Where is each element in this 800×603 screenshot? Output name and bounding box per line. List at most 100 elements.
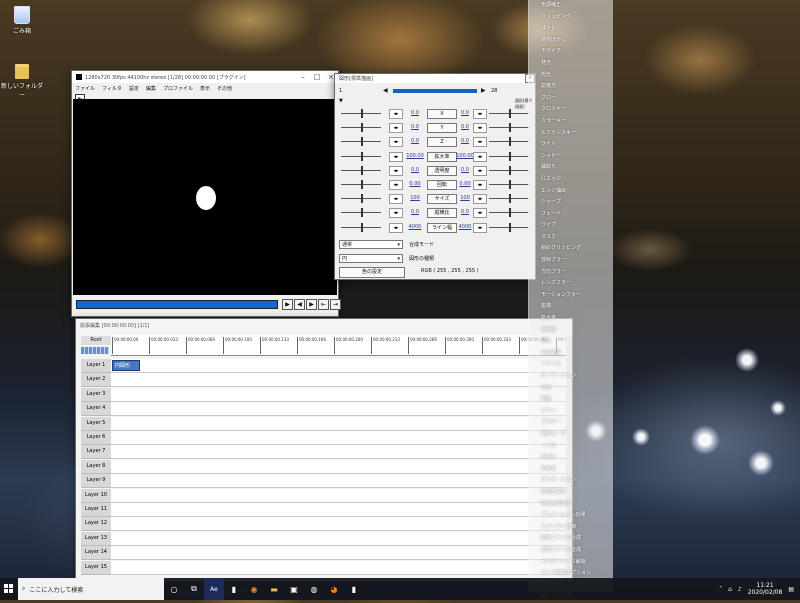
menu-filter[interactable]: フィルタ <box>102 85 122 92</box>
blender-icon[interactable]: ◉ <box>244 578 264 600</box>
left-value[interactable]: 0.0 <box>405 110 425 116</box>
layer-label[interactable]: Layer 9 <box>81 474 111 489</box>
layer-track[interactable] <box>111 560 566 575</box>
volume-icon[interactable]: ♪ <box>738 586 742 593</box>
right-value[interactable]: 0.0 <box>455 138 475 144</box>
menu-item[interactable]: モザイク <box>529 46 613 58</box>
parameter-label-button[interactable]: 回転 <box>427 180 457 190</box>
right-value[interactable]: 0.0 <box>455 209 475 215</box>
layer-label[interactable]: Layer 5 <box>81 416 111 431</box>
left-arrows[interactable]: ◂▸ <box>389 165 403 176</box>
right-slider-thumb[interactable] <box>509 208 511 218</box>
layer-track[interactable] <box>111 531 566 546</box>
collapse-icon[interactable]: ▼ <box>339 98 343 104</box>
layer-track[interactable] <box>111 373 566 388</box>
right-value[interactable]: 0.00 <box>455 181 475 187</box>
after-effects-icon[interactable]: Ae <box>204 578 224 600</box>
frame-slider[interactable] <box>393 89 477 93</box>
right-slider-thumb[interactable] <box>509 137 511 147</box>
menu-item[interactable]: 色ずれ <box>529 452 613 464</box>
menu-item[interactable]: マスク <box>529 232 613 244</box>
right-value[interactable]: 4000 <box>455 224 475 230</box>
menu-item[interactable]: 画像ファイル合成 <box>529 545 613 557</box>
left-value[interactable]: 0.0 <box>405 209 425 215</box>
menu-item[interactable]: 凸エッジ <box>529 174 613 186</box>
blend-mode-select[interactable]: 通常 ▾ <box>339 240 403 249</box>
menu-item[interactable]: 拡大率 <box>529 313 613 325</box>
menu-item[interactable]: インターレース解除 <box>529 557 613 569</box>
parameter-label-button[interactable]: 縦横比 <box>427 208 457 219</box>
menu-item[interactable]: 放射ブラー <box>529 255 613 267</box>
menu-item[interactable]: 拡散光 <box>529 81 613 93</box>
menu-item[interactable]: スクリプト制御 <box>529 522 613 534</box>
color-settings-button[interactable]: 色の設定 <box>339 267 405 278</box>
left-value[interactable]: 100.00 <box>405 153 425 159</box>
app-icon[interactable]: ◍ <box>304 578 324 600</box>
layer-label[interactable]: Layer 10 <box>81 488 111 503</box>
aviutl-taskbar-icon[interactable]: ▮ <box>344 578 364 600</box>
menu-item[interactable]: レンズブラー <box>529 278 613 290</box>
seek-bar[interactable] <box>76 300 278 309</box>
right-value[interactable]: 100.00 <box>455 153 475 159</box>
left-slider-thumb[interactable] <box>361 222 363 232</box>
clock[interactable]: 11:21 2020/02/08 <box>748 582 783 596</box>
menu-item[interactable]: 色調補正 <box>529 0 613 12</box>
menu-item[interactable]: シャドー <box>529 151 613 163</box>
preview-canvas[interactable] <box>73 99 337 295</box>
left-slider-thumb[interactable] <box>361 109 363 118</box>
left-slider-thumb[interactable] <box>361 208 363 218</box>
menu-item[interactable]: 反転 <box>529 383 613 395</box>
menu-item[interactable]: 回転 <box>529 336 613 348</box>
menu-item[interactable]: 拡張色設定 <box>529 487 613 499</box>
layer-label[interactable]: Layer 15 <box>81 560 111 575</box>
left-slider-thumb[interactable] <box>361 123 363 133</box>
firefox-icon[interactable]: ◕ <box>324 578 344 600</box>
menu-item[interactable]: ノイズ <box>529 441 613 453</box>
menu-item[interactable]: 縁取り <box>529 162 613 174</box>
parameter-label-button[interactable]: Z <box>427 137 457 148</box>
right-arrows[interactable]: ◂▸ <box>473 180 487 190</box>
next-frame-icon[interactable]: ▶ <box>306 299 317 310</box>
parameter-label-button[interactable]: 透明度 <box>427 165 457 176</box>
menu-item[interactable]: 領域拡張 <box>529 348 613 360</box>
layer-label[interactable]: Layer 11 <box>81 503 111 517</box>
menu-item[interactable]: ぼかし <box>529 23 613 35</box>
left-arrows[interactable]: ◂▸ <box>389 222 403 233</box>
left-value[interactable]: 0.0 <box>405 138 425 144</box>
menu-item[interactable]: ローテーション <box>529 371 613 383</box>
left-value[interactable]: 0.0 <box>405 124 425 130</box>
menu-settings[interactable]: 設定 <box>129 85 139 92</box>
left-value[interactable]: 4000 <box>405 224 425 230</box>
menu-item[interactable]: ライト <box>529 139 613 151</box>
layer-track[interactable] <box>111 546 566 561</box>
menu-other[interactable]: その他 <box>217 85 232 92</box>
layer-track[interactable] <box>111 474 566 489</box>
aviutl-taskbar-icon[interactable]: ▮ <box>224 578 244 600</box>
parameter-label-button[interactable]: サイズ <box>427 194 457 205</box>
layer-label[interactable]: Layer 14 <box>81 546 111 561</box>
minimize-button[interactable]: – <box>296 73 310 81</box>
menu-item[interactable]: グラデーション <box>529 475 613 487</box>
go-start-icon[interactable]: ⇤ <box>318 299 329 310</box>
parameter-label-button[interactable]: Y <box>427 123 457 134</box>
layer-label[interactable]: Layer 13 <box>81 531 111 546</box>
right-arrows[interactable]: ◂▸ <box>473 165 487 176</box>
menu-item[interactable]: 発光 <box>529 58 613 70</box>
menu-item[interactable]: 単色化 <box>529 464 613 476</box>
prev-frame-icon[interactable]: ◀ <box>294 299 305 310</box>
app-icon[interactable]: ▣ <box>284 578 304 600</box>
menu-item[interactable]: アニメーション効果 <box>529 510 613 522</box>
root-label[interactable]: Root <box>81 336 111 345</box>
layer-label[interactable]: Layer 2 <box>81 373 111 388</box>
go-end-icon[interactable]: ⇥ <box>330 299 341 310</box>
layer-track[interactable] <box>111 387 566 402</box>
menu-item[interactable]: クリッピング <box>529 12 613 24</box>
layer-track[interactable] <box>111 488 566 503</box>
layer-track[interactable] <box>111 416 566 431</box>
menu-item[interactable]: 振動 <box>529 394 613 406</box>
menu-item[interactable]: ラスター <box>529 417 613 429</box>
left-arrows[interactable]: ◂▸ <box>389 123 403 134</box>
layer-track[interactable] <box>111 445 566 460</box>
left-arrows[interactable]: ◂▸ <box>389 109 403 119</box>
menu-item[interactable]: リサイズ <box>529 359 613 371</box>
